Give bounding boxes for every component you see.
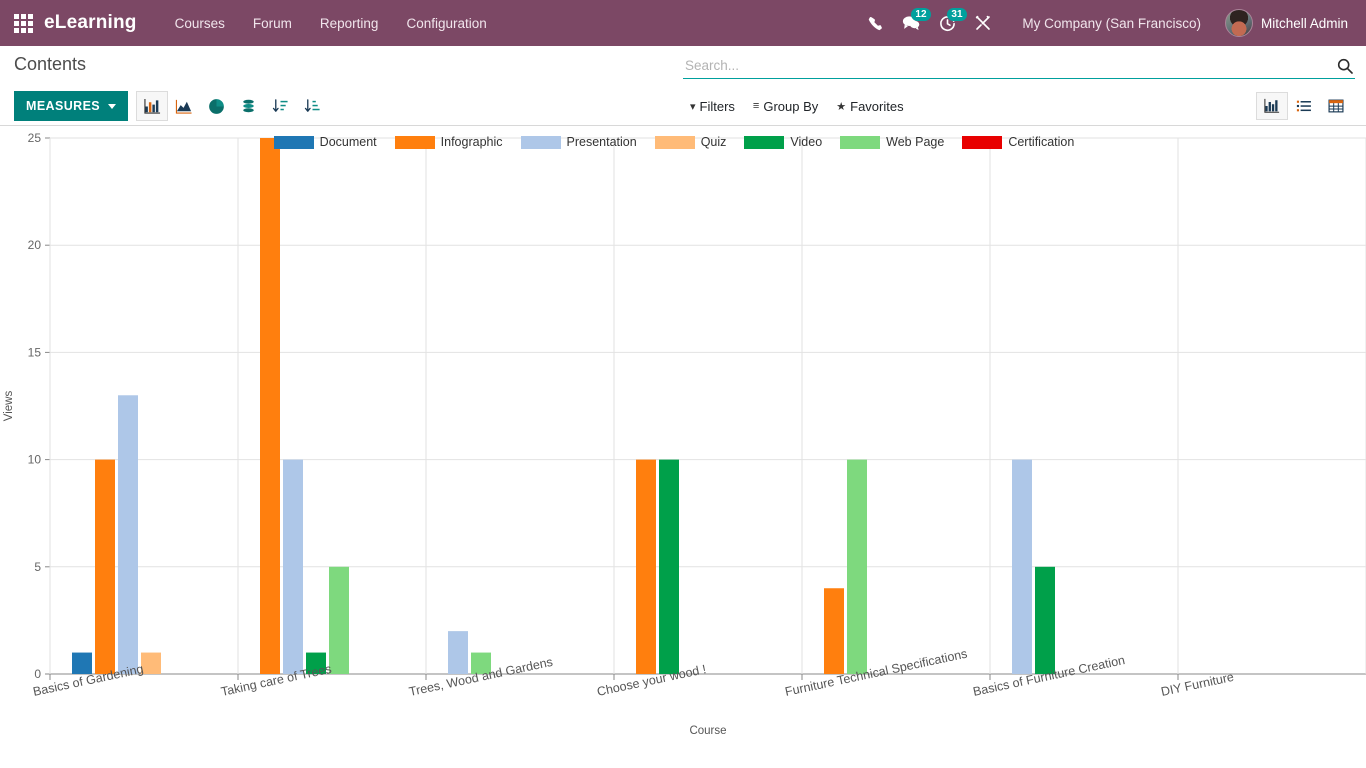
legend-label: Web Page (886, 135, 944, 149)
graph-view-icon[interactable] (1256, 92, 1288, 120)
legend-item[interactable]: Quiz (655, 135, 727, 149)
legend-color-swatch (962, 136, 1002, 149)
chart-bar[interactable] (260, 138, 280, 674)
y-tick-label: 15 (28, 345, 42, 359)
chart-bar[interactable] (1035, 567, 1055, 674)
chart-bar[interactable] (118, 395, 138, 674)
stacked-icon[interactable] (232, 91, 264, 121)
pie-chart-icon[interactable] (200, 91, 232, 121)
group-by-icon: ≡ (753, 100, 759, 112)
navbar-right-group: 12 31 My Company (San Francisco) Mitchel… (858, 5, 1354, 41)
legend-label: Certification (1008, 135, 1074, 149)
chart-type-buttons (136, 91, 328, 121)
legend-color-swatch (521, 136, 561, 149)
legend-item[interactable]: Document (274, 135, 377, 149)
legend-color-swatch (395, 136, 435, 149)
filters-label: Filters (700, 99, 735, 114)
messages-icon[interactable]: 12 (894, 6, 928, 40)
chart-bar[interactable] (636, 460, 656, 674)
graph-view: Document Infographic Presentation Quiz Video… (0, 126, 1366, 768)
chart-bar[interactable] (72, 653, 92, 674)
chart-bar[interactable] (1012, 460, 1032, 674)
user-name-label: Mitchell Admin (1261, 16, 1348, 31)
legend-label: Video (790, 135, 822, 149)
activities-clock-icon[interactable]: 31 (930, 6, 964, 40)
legend-label: Document (320, 135, 377, 149)
nav-menu-courses[interactable]: Courses (161, 10, 239, 37)
legend-label: Infographic (441, 135, 503, 149)
favorites-dropdown[interactable]: ★ Favorites (836, 99, 903, 114)
phone-icon[interactable] (858, 6, 892, 40)
y-tick-label: 5 (34, 560, 41, 574)
app-brand[interactable]: eLearning (44, 12, 137, 34)
nav-menu-reporting[interactable]: Reporting (306, 10, 393, 37)
sort-ascending-icon[interactable] (296, 91, 328, 121)
legend-color-swatch (744, 136, 784, 149)
pivot-view-icon[interactable] (1320, 92, 1352, 120)
avatar (1225, 9, 1253, 37)
search-icon[interactable] (1335, 58, 1355, 74)
activities-count-badge: 31 (947, 8, 966, 21)
control-panel: Contents MEASURES (0, 46, 1366, 126)
group-by-label: Group By (763, 99, 818, 114)
filters-dropdown[interactable]: ▾ Filters (690, 99, 735, 114)
top-navbar: eLearning Courses Forum Reporting Config… (0, 0, 1366, 46)
chart-bar[interactable] (448, 631, 468, 674)
legend-item[interactable]: Presentation (521, 135, 637, 149)
legend-label: Quiz (701, 135, 727, 149)
chart-bar[interactable] (141, 653, 161, 674)
star-icon: ★ (836, 100, 846, 113)
legend-item[interactable]: Infographic (395, 135, 503, 149)
sort-descending-icon[interactable] (264, 91, 296, 121)
chart-bar[interactable] (847, 460, 867, 674)
legend-color-swatch (840, 136, 880, 149)
search-options-group: ▾ Filters ≡ Group By ★ Favorites (690, 99, 904, 114)
chart-bar[interactable] (659, 460, 679, 674)
company-selector[interactable]: My Company (San Francisco) (1010, 10, 1213, 37)
search-view (683, 56, 1355, 79)
y-tick-label: 20 (28, 238, 42, 252)
chart-bar[interactable] (283, 460, 303, 674)
legend-item[interactable]: Certification (962, 135, 1074, 149)
favorites-label: Favorites (850, 99, 903, 114)
measures-button[interactable]: MEASURES (14, 91, 128, 121)
bar-chart-canvas: 0510152025ViewsBasics of GardeningTaking… (0, 126, 1366, 768)
list-view-icon[interactable] (1288, 92, 1320, 120)
legend-item[interactable]: Video (744, 135, 822, 149)
messages-count-badge: 12 (911, 8, 930, 21)
line-chart-icon[interactable] (168, 91, 200, 121)
chart-bar[interactable] (329, 567, 349, 674)
y-tick-label: 0 (34, 667, 41, 681)
legend-label: Presentation (567, 135, 637, 149)
x-tick-label: Furniture Technical Specifications (784, 647, 969, 699)
nav-menu-configuration[interactable]: Configuration (392, 10, 500, 37)
chart-bar[interactable] (95, 460, 115, 674)
filter-icon: ▾ (690, 100, 696, 113)
user-menu[interactable]: Mitchell Admin (1215, 5, 1354, 41)
control-panel-bottom-row: MEASURES (14, 90, 1352, 122)
chart-legend: Document Infographic Presentation Quiz Video… (0, 132, 1366, 152)
x-axis-label: Course (689, 725, 726, 737)
y-tick-label: 10 (28, 453, 42, 467)
page-title: Contents (14, 46, 86, 75)
bar-chart-icon[interactable] (136, 91, 168, 121)
group-by-dropdown[interactable]: ≡ Group By (753, 99, 818, 114)
wrench-icon[interactable] (966, 6, 1000, 40)
chevron-down-icon (108, 104, 116, 109)
measures-label: MEASURES (26, 99, 100, 113)
legend-color-swatch (274, 136, 314, 149)
search-input[interactable] (683, 56, 1335, 75)
chart-bar[interactable] (824, 588, 844, 674)
nav-menu-forum[interactable]: Forum (239, 10, 306, 37)
legend-color-swatch (655, 136, 695, 149)
apps-grid-icon[interactable] (10, 10, 36, 36)
y-axis-label: Views (3, 391, 15, 422)
view-switcher (1256, 92, 1352, 120)
legend-item[interactable]: Web Page (840, 135, 944, 149)
